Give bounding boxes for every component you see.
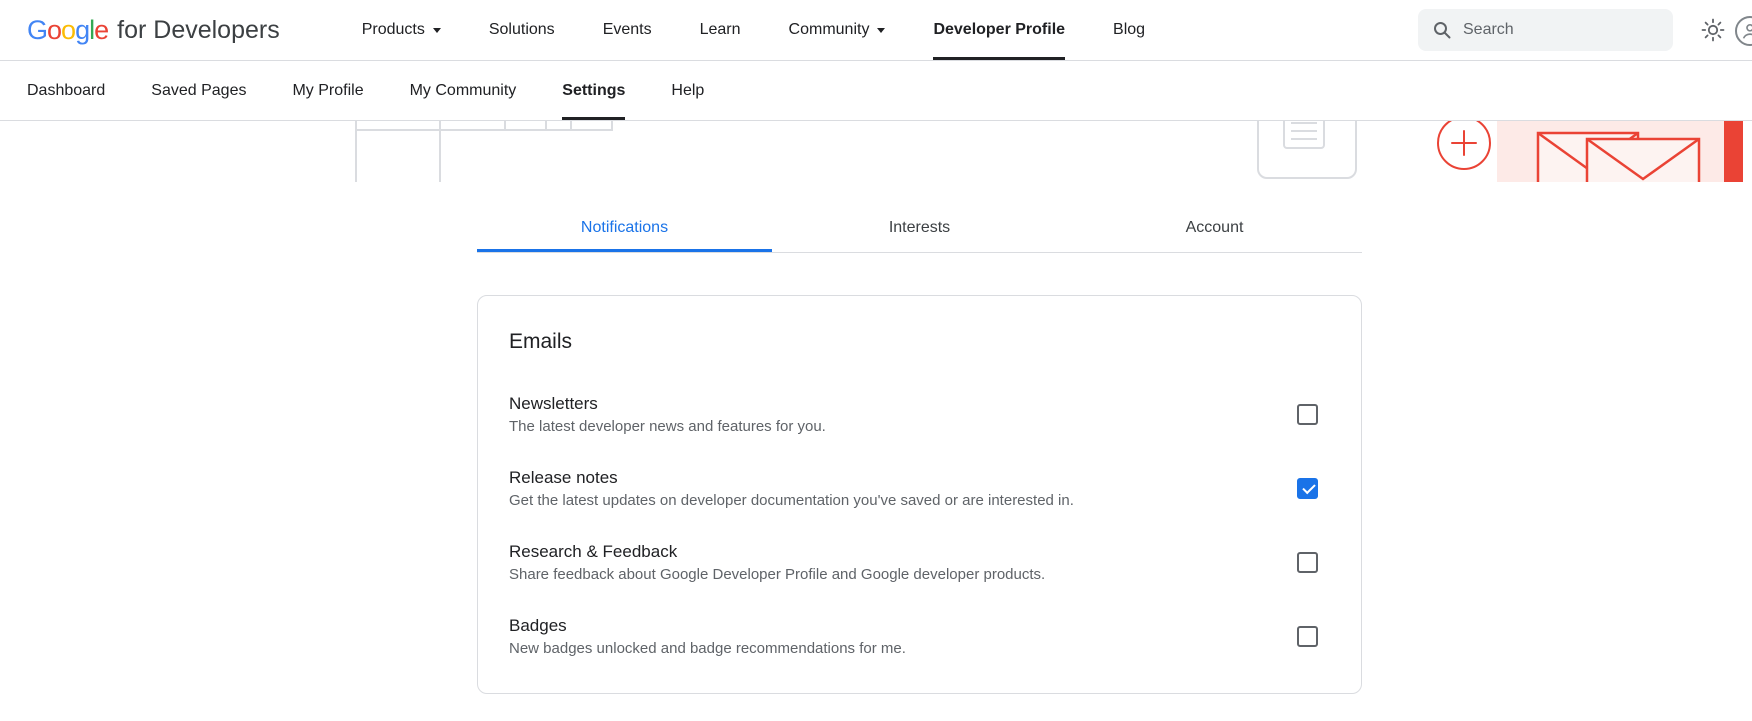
tab-label: Interests: [889, 219, 950, 237]
pref-title: Release notes: [509, 468, 1074, 488]
email-pref-row: Release notes Get the latest updates on …: [509, 468, 1330, 509]
nav-label: Community: [789, 21, 870, 39]
nav-learn[interactable]: Learn: [676, 0, 765, 60]
plus-circle-decoration: [1435, 121, 1493, 177]
main-nav: Products Solutions Events Learn Communit…: [338, 0, 1169, 60]
settings-content: Notifications Interests Account Emails N…: [0, 204, 1752, 694]
checkbox-newsletters[interactable]: [1297, 404, 1318, 425]
decorative-banner: [0, 121, 1752, 182]
tab-notifications[interactable]: Notifications: [477, 204, 772, 252]
subnav-label: My Community: [410, 82, 517, 100]
envelopes-decoration: [1497, 121, 1726, 182]
tab-label: Account: [1186, 219, 1244, 237]
brand-logo[interactable]: Google for Developers: [27, 0, 280, 60]
card-title: Emails: [509, 330, 1330, 354]
pref-description: The latest developer news and features f…: [509, 418, 826, 435]
subnav-label: My Profile: [292, 82, 363, 100]
tab-interests[interactable]: Interests: [772, 204, 1067, 252]
nav-community[interactable]: Community: [765, 0, 910, 60]
pref-description: Get the latest updates on developer docu…: [509, 492, 1074, 509]
nav-blog[interactable]: Blog: [1089, 0, 1169, 60]
pref-text: Research & Feedback Share feedback about…: [509, 542, 1045, 583]
search-icon: [1432, 20, 1452, 40]
nav-label: Products: [362, 21, 425, 39]
pref-text: Newsletters The latest developer news an…: [509, 394, 826, 435]
tab-account[interactable]: Account: [1067, 204, 1362, 252]
avatar[interactable]: [1735, 16, 1752, 46]
person-icon: [1739, 20, 1752, 42]
nav-developer-profile[interactable]: Developer Profile: [909, 0, 1089, 60]
settings-tabs: Notifications Interests Account: [477, 204, 1362, 253]
checkbox-research-feedback[interactable]: [1297, 552, 1318, 573]
search-input[interactable]: [1463, 21, 1659, 39]
email-pref-row: Badges New badges unlocked and badge rec…: [509, 616, 1330, 657]
tab-label: Notifications: [581, 219, 668, 237]
logo-letter: G: [27, 15, 47, 45]
subnav-my-community[interactable]: My Community: [387, 61, 540, 120]
nav-products[interactable]: Products: [338, 0, 465, 60]
google-logo: Google: [27, 15, 108, 46]
subnav-my-profile[interactable]: My Profile: [269, 61, 386, 120]
grid-cell: [355, 129, 441, 182]
nav-label: Developer Profile: [933, 21, 1065, 39]
nav-label: Learn: [700, 21, 741, 39]
chevron-down-icon: [433, 28, 441, 33]
note-decoration: [1257, 121, 1357, 179]
nav-events[interactable]: Events: [579, 0, 676, 60]
grid-cell: [545, 121, 572, 131]
subnav-help[interactable]: Help: [648, 61, 727, 120]
nav-label: Solutions: [489, 21, 555, 39]
logo-letter: g: [75, 15, 89, 45]
header-actions: [1418, 0, 1725, 60]
red-strip-decoration: [1724, 121, 1743, 182]
emails-card: Emails Newsletters The latest developer …: [477, 295, 1362, 694]
pref-description: Share feedback about Google Developer Pr…: [509, 566, 1045, 583]
brand-suffix: for Developers: [117, 16, 280, 45]
subnav-settings[interactable]: Settings: [539, 61, 648, 120]
profile-subnav: Dashboard Saved Pages My Profile My Comm…: [0, 61, 1752, 121]
pref-description: New badges unlocked and badge recommenda…: [509, 640, 906, 657]
logo-letter: e: [94, 15, 108, 45]
pref-title: Newsletters: [509, 394, 826, 414]
subnav-label: Dashboard: [27, 82, 105, 100]
email-pref-row: Newsletters The latest developer news an…: [509, 394, 1330, 435]
checkbox-release-notes[interactable]: [1297, 478, 1318, 499]
search-box[interactable]: [1418, 9, 1673, 51]
grid-cell: [439, 121, 506, 131]
logo-letter: o: [47, 15, 61, 45]
theme-toggle-icon[interactable]: [1701, 18, 1725, 42]
chevron-down-icon: [877, 28, 885, 33]
grid-cell: [504, 121, 547, 131]
pref-text: Badges New badges unlocked and badge rec…: [509, 616, 906, 657]
subnav-label: Saved Pages: [151, 82, 246, 100]
global-header: Google for Developers Products Solutions…: [0, 0, 1752, 61]
subnav-label: Settings: [562, 82, 625, 100]
logo-letter: o: [61, 15, 75, 45]
nav-label: Blog: [1113, 21, 1145, 39]
nav-solutions[interactable]: Solutions: [465, 0, 579, 60]
nav-label: Events: [603, 21, 652, 39]
email-pref-row: Research & Feedback Share feedback about…: [509, 542, 1330, 583]
pref-title: Badges: [509, 616, 906, 636]
list-icon: [1283, 121, 1325, 149]
subnav-dashboard[interactable]: Dashboard: [27, 61, 128, 120]
grid-cell: [570, 121, 613, 131]
pref-title: Research & Feedback: [509, 542, 1045, 562]
pref-text: Release notes Get the latest updates on …: [509, 468, 1074, 509]
checkbox-badges[interactable]: [1297, 626, 1318, 647]
subnav-label: Help: [671, 82, 704, 100]
subnav-saved-pages[interactable]: Saved Pages: [128, 61, 269, 120]
